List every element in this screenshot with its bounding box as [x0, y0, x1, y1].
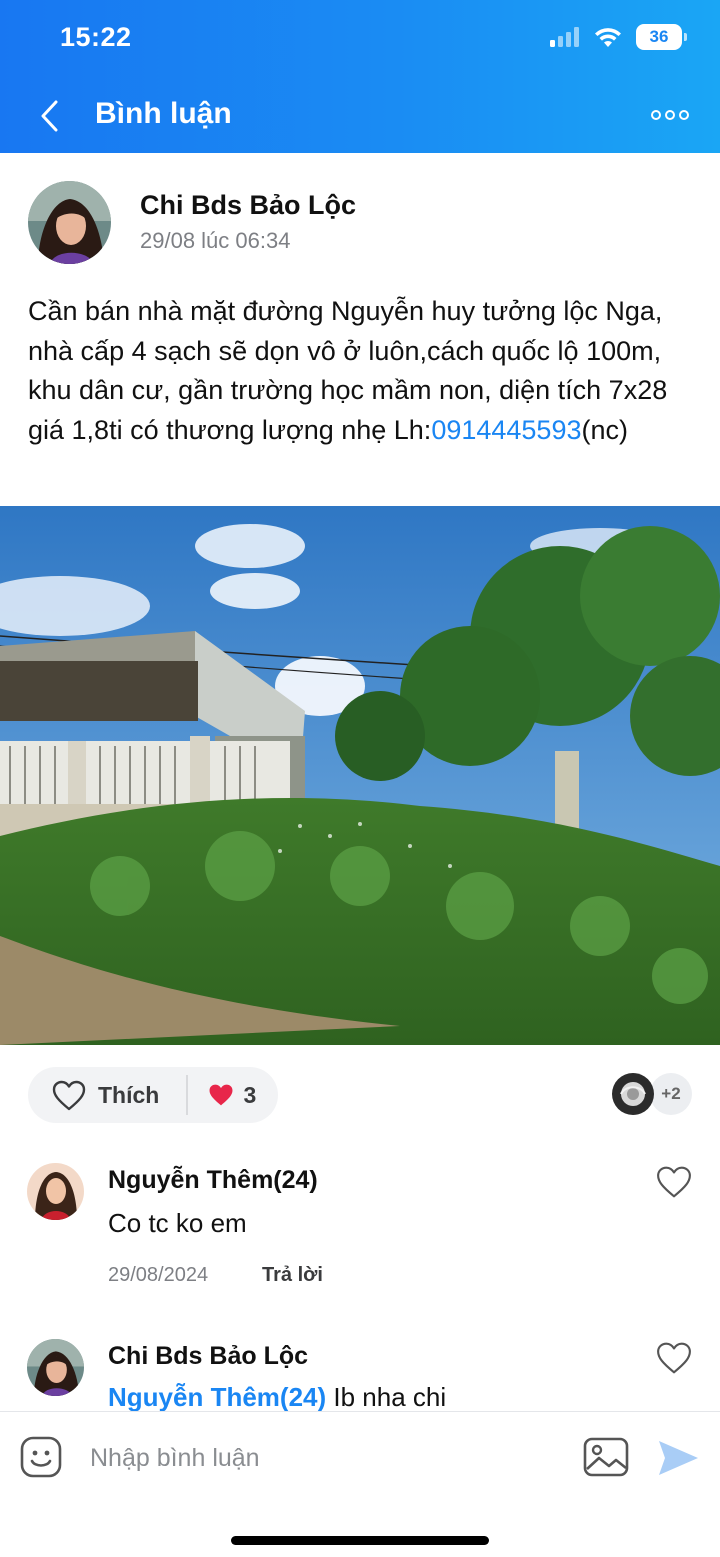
sticker-icon[interactable]	[20, 1436, 62, 1478]
comment-text: Co tc ko em	[108, 1208, 247, 1238]
reply-button[interactable]: Trả lời	[262, 1264, 323, 1287]
commenter-name[interactable]: Nguyễn Thêm(24)	[108, 1166, 318, 1195]
phone-link[interactable]: 0914445593	[431, 415, 581, 445]
reaction-bar: Thích 3	[28, 1067, 278, 1123]
heart-outline-icon[interactable]	[656, 1341, 692, 1375]
header-bar: 15:22 36 Bình luận	[0, 0, 720, 153]
comment-composer: Nhập bình luận	[0, 1411, 720, 1557]
battery-indicator: 36	[636, 24, 687, 50]
status-time: 15:22	[60, 22, 132, 52]
viewers-more-count: +2	[650, 1073, 692, 1115]
post-author-name[interactable]: Chi Bds Bảo Lộc	[140, 190, 356, 221]
like-label: Thích	[98, 1081, 160, 1108]
post-author-avatar[interactable]	[28, 181, 111, 264]
comment-item: Nguyễn Thêm(24) Co tc ko em 29/08/2024 T…	[0, 1160, 720, 1300]
post-text: Cần bán nhà mặt đường Nguyễn huy tưởng l…	[28, 292, 700, 450]
page-title: Bình luận	[95, 97, 232, 130]
more-dot-icon	[679, 110, 689, 120]
heart-outline-icon	[52, 1080, 86, 1110]
comment-date: 29/08/2024	[108, 1264, 209, 1286]
more-options-button[interactable]	[648, 98, 692, 132]
commenter-name[interactable]: Chi Bds Bảo Lộc	[108, 1342, 308, 1371]
mention-link[interactable]: Nguyễn Thêm(24)	[108, 1382, 326, 1411]
more-dot-icon	[651, 110, 661, 120]
viewer-avatar	[612, 1073, 654, 1115]
chevron-left-icon	[41, 100, 58, 132]
more-dot-icon	[665, 110, 675, 120]
heart-count: 3	[243, 1081, 257, 1108]
back-button[interactable]	[30, 92, 70, 140]
comment-text-body: Ib nha chi	[326, 1382, 447, 1411]
heart-outline-icon[interactable]	[656, 1165, 692, 1199]
post-timestamp: 29/08 lúc 06:34	[140, 228, 291, 253]
like-button[interactable]: Thích	[28, 1067, 186, 1123]
comment-input[interactable]: Nhập bình luận	[90, 1444, 260, 1473]
image-icon[interactable]	[583, 1436, 629, 1478]
wifi-icon	[595, 27, 621, 47]
status-icons: 36	[550, 24, 687, 50]
comment-item: Chi Bds Bảo Lộc Nguyễn Thêm(24) Ib nha c…	[0, 1336, 720, 1411]
home-indicator	[231, 1536, 489, 1545]
comment-text: Nguyễn Thêm(24) Ib nha chi	[108, 1382, 446, 1411]
signal-icon	[550, 27, 579, 47]
heart-filled-icon	[209, 1084, 232, 1106]
post-text-suffix: (nc)	[581, 414, 628, 445]
commenter-avatar[interactable]	[27, 1163, 84, 1220]
reaction-count[interactable]: 3	[188, 1081, 257, 1109]
commenter-avatar[interactable]	[27, 1339, 84, 1396]
viewers-list[interactable]: +2	[612, 1073, 692, 1115]
send-icon[interactable]	[656, 1438, 700, 1478]
post-photo[interactable]	[0, 506, 720, 1045]
